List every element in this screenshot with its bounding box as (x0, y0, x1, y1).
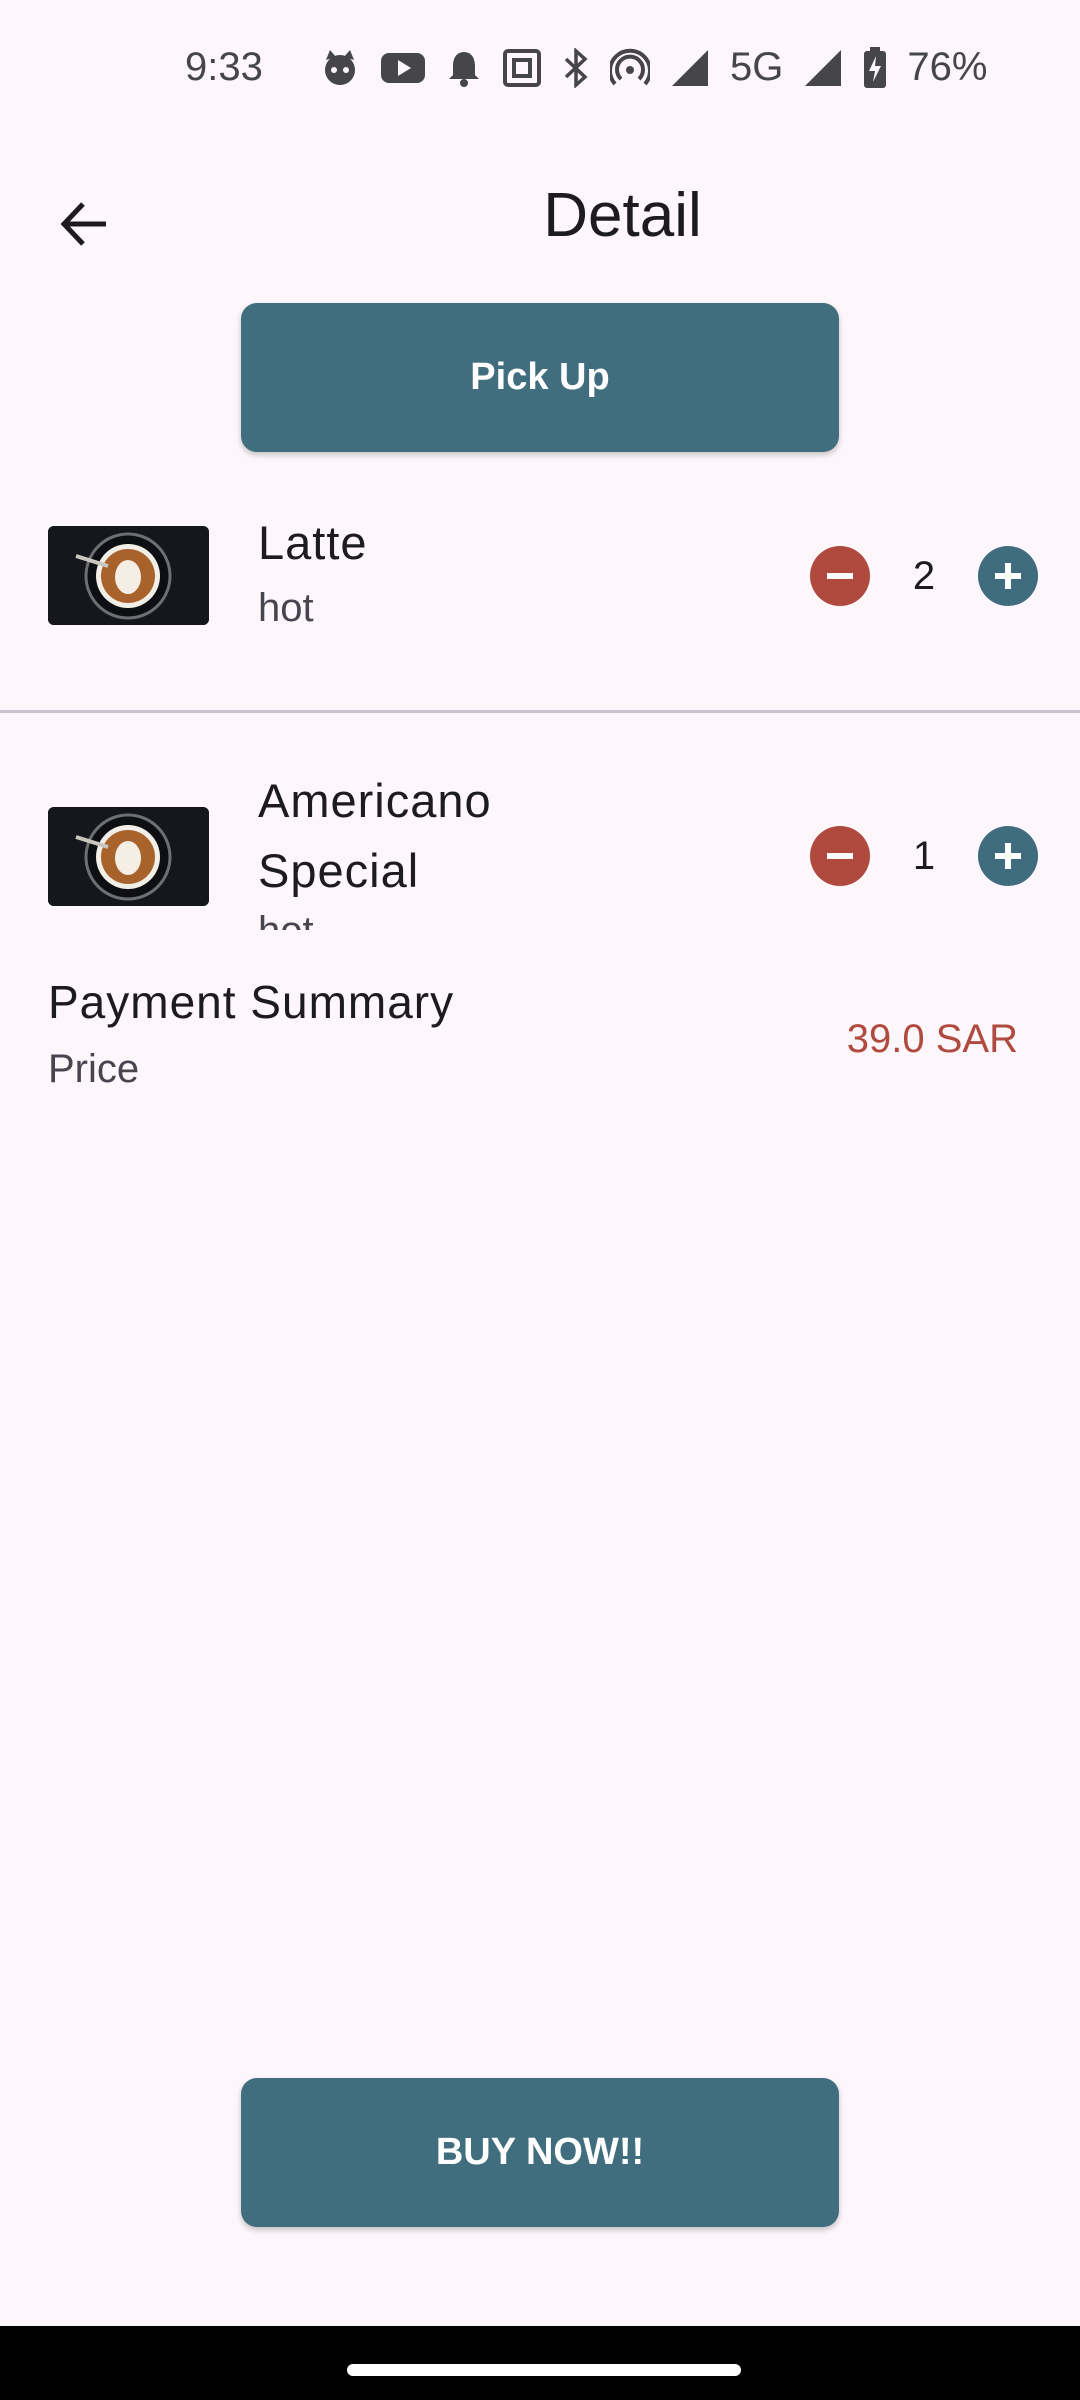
home-gesture-handle[interactable] (347, 2364, 741, 2376)
coffee-image (48, 526, 209, 625)
detail-screen: 9:33 5G 76% Detail Pick Up Latte hot 2 A… (0, 0, 1080, 2400)
item-type: hot (258, 586, 314, 630)
increase-button[interactable] (978, 826, 1038, 886)
plus-icon (995, 843, 1021, 869)
battery-percent: 76% (907, 45, 988, 89)
status-icons: 5G 76% (320, 45, 987, 90)
decrease-button[interactable] (810, 826, 870, 886)
cat-face-icon (325, 49, 355, 85)
app-bar: Detail (0, 150, 1080, 290)
decrease-button[interactable] (810, 546, 870, 606)
status-time: 9:33 (185, 45, 263, 89)
network-type: 5G (730, 45, 784, 89)
cart-item-americano: Americano Special hot 1 (0, 710, 1080, 930)
nfc-icon (503, 48, 541, 87)
status-bar: 9:33 5G 76% (0, 0, 1080, 135)
buy-now-button[interactable]: BUY NOW!! (241, 2078, 839, 2227)
item-type: hot (258, 909, 314, 930)
cart-item-latte: Latte hot 2 (0, 490, 1080, 710)
bluetooth-icon (564, 47, 588, 88)
quantity-stepper: 1 (810, 826, 1040, 886)
signal-icon (672, 49, 708, 86)
youtube-icon (381, 52, 425, 83)
cart-item-list: Latte hot 2 Americano Special hot (0, 490, 1080, 930)
pick-up-button[interactable]: Pick Up (241, 303, 839, 452)
item-name: Latte (258, 516, 368, 569)
battery-charging-icon (864, 46, 887, 88)
bell-icon (449, 51, 479, 87)
signal-icon-2 (805, 49, 842, 86)
price-value: 39.0 SAR (846, 1017, 1018, 1061)
minus-icon (827, 853, 853, 859)
payment-summary: Payment Summary Price 39.0 SAR (48, 975, 1038, 1105)
quantity-value: 2 (912, 553, 936, 598)
page-title: Detail (543, 181, 702, 250)
quantity-value: 1 (912, 833, 936, 878)
coffee-image (48, 807, 209, 906)
hotspot-icon (610, 48, 650, 85)
minus-icon (827, 573, 853, 579)
quantity-stepper: 2 (810, 546, 1040, 606)
system-nav-bar (0, 2326, 1080, 2400)
plus-icon (995, 563, 1021, 589)
item-name: Americano Special (258, 774, 492, 897)
increase-button[interactable] (978, 546, 1038, 606)
